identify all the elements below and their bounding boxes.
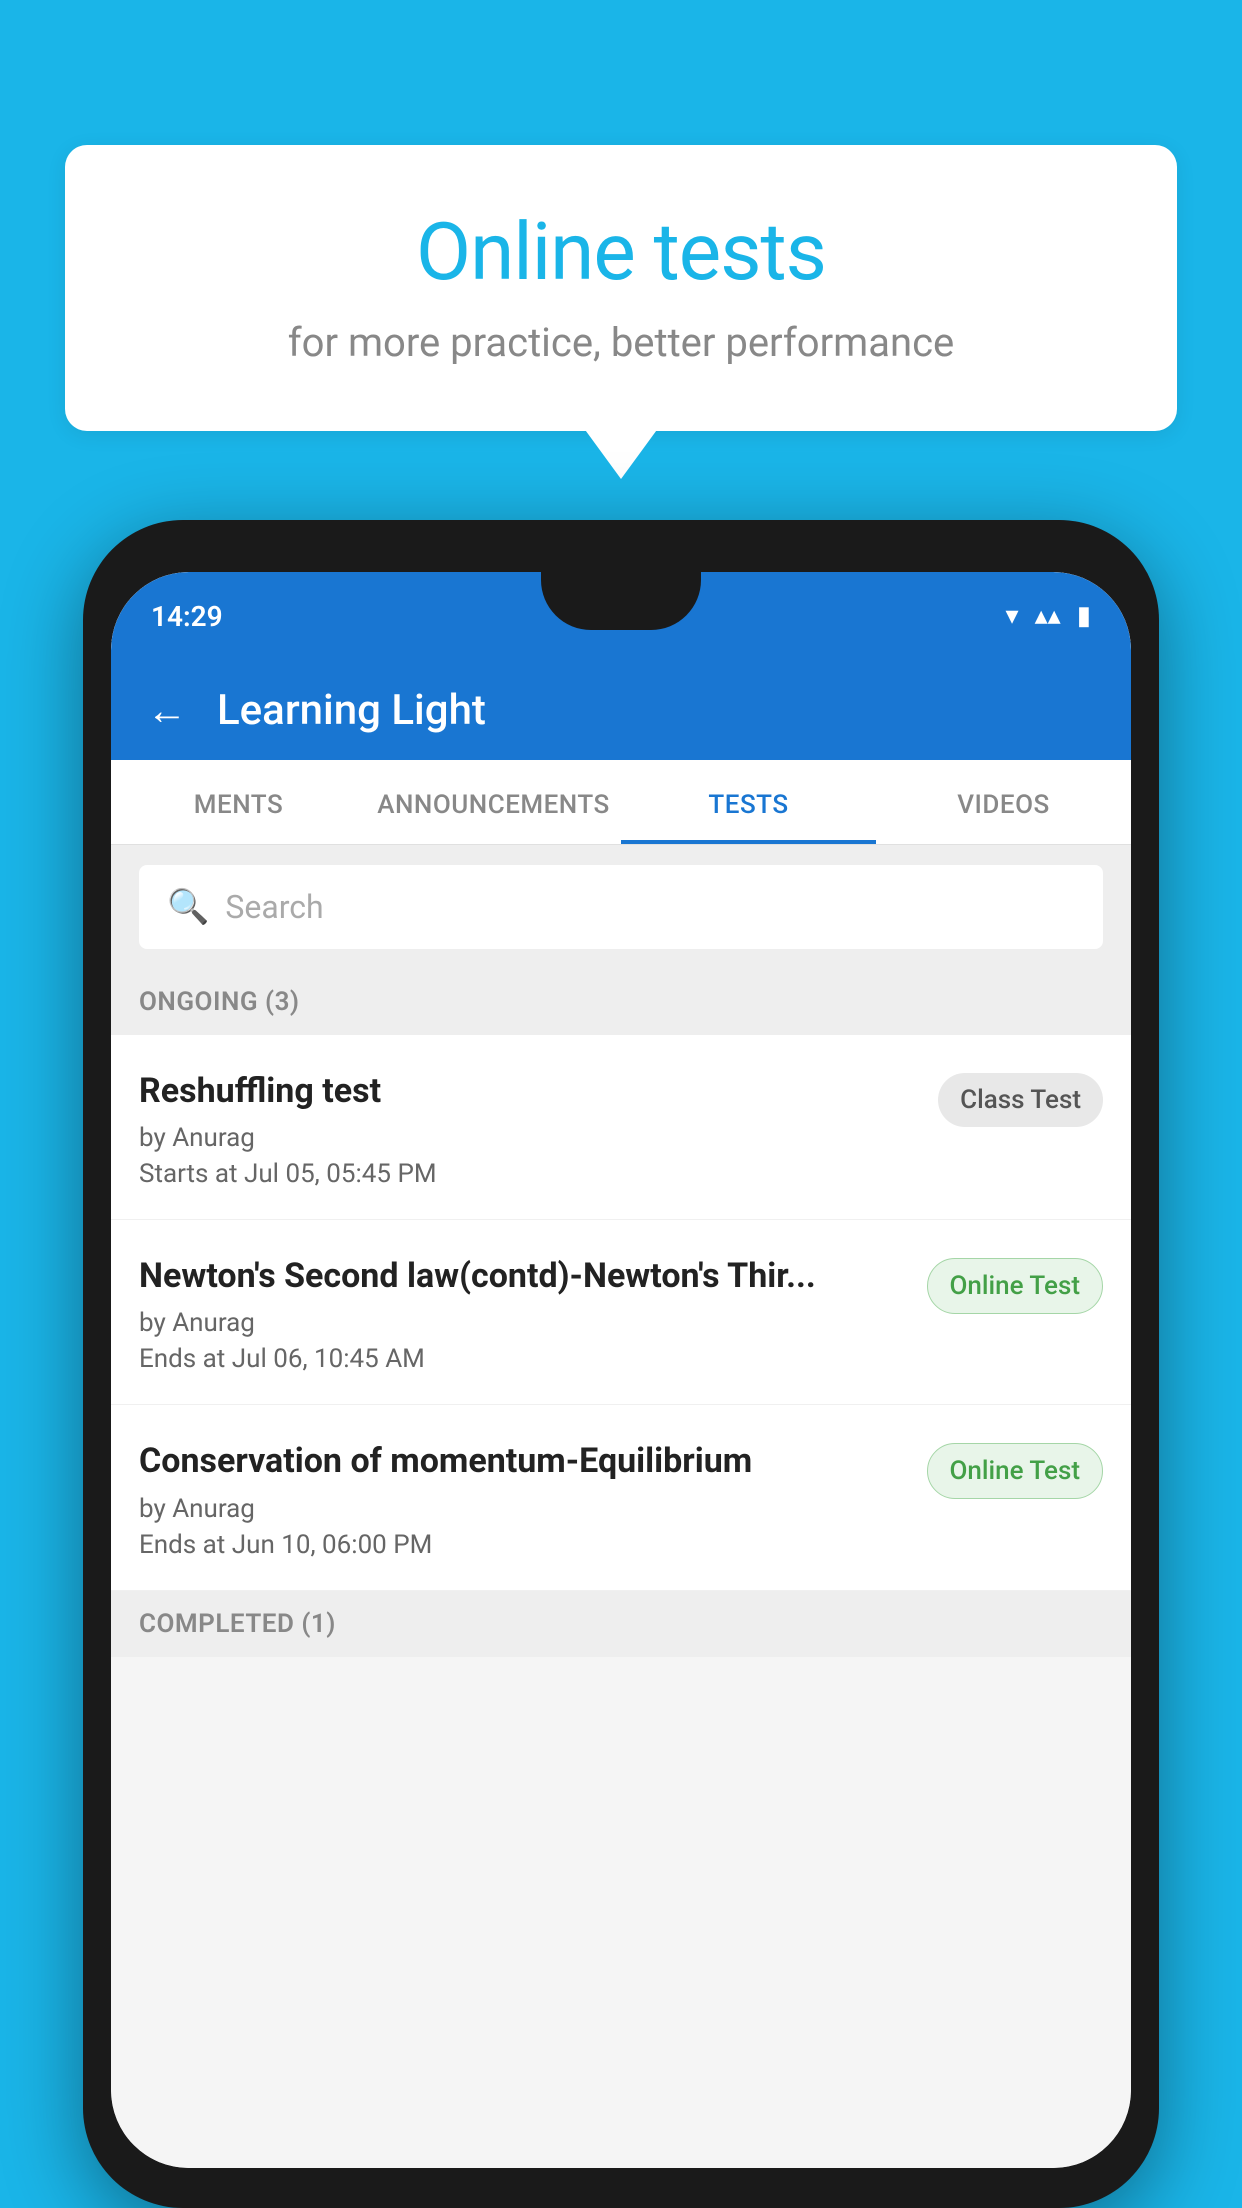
search-input-box[interactable]: 🔍 Search bbox=[139, 865, 1103, 949]
app-header: ← Learning Light bbox=[111, 660, 1131, 760]
tab-assignments[interactable]: MENTS bbox=[111, 760, 366, 844]
tab-announcements[interactable]: ANNOUNCEMENTS bbox=[366, 760, 621, 844]
completed-label: COMPLETED (1) bbox=[139, 1609, 336, 1639]
test-author: by Anurag bbox=[139, 1494, 907, 1524]
test-author: by Anurag bbox=[139, 1308, 907, 1338]
online-test-badge: Online Test bbox=[927, 1258, 1104, 1314]
status-time: 14:29 bbox=[151, 600, 223, 633]
test-info: Conservation of momentum-Equilibrium by … bbox=[139, 1439, 907, 1559]
test-title: Newton's Second law(contd)-Newton's Thir… bbox=[139, 1254, 907, 1298]
test-info: Newton's Second law(contd)-Newton's Thir… bbox=[139, 1254, 907, 1374]
online-test-badge-2: Online Test bbox=[927, 1443, 1104, 1499]
bubble-title: Online tests bbox=[145, 205, 1097, 299]
camera-notch bbox=[541, 572, 701, 630]
tab-videos[interactable]: VIDEOS bbox=[876, 760, 1131, 844]
wifi-icon: ▾ bbox=[1006, 601, 1019, 631]
battery-icon: ▮ bbox=[1077, 601, 1091, 631]
test-list: Reshuffling test by Anurag Starts at Jul… bbox=[111, 1035, 1131, 1591]
status-icons: ▾ ▴▴ ▮ bbox=[1006, 601, 1091, 631]
ongoing-label: ONGOING (3) bbox=[139, 987, 300, 1017]
test-item[interactable]: Newton's Second law(contd)-Newton's Thir… bbox=[111, 1220, 1131, 1405]
back-button[interactable]: ← bbox=[147, 687, 187, 734]
app-title: Learning Light bbox=[217, 686, 486, 735]
test-date: Starts at Jul 05, 05:45 PM bbox=[139, 1159, 918, 1189]
search-container: 🔍 Search bbox=[111, 845, 1131, 969]
test-date: Ends at Jul 06, 10:45 AM bbox=[139, 1344, 907, 1374]
speech-bubble-container: Online tests for more practice, better p… bbox=[65, 145, 1177, 431]
search-placeholder: Search bbox=[225, 888, 323, 926]
test-author: by Anurag bbox=[139, 1123, 918, 1153]
test-item[interactable]: Conservation of momentum-Equilibrium by … bbox=[111, 1405, 1131, 1590]
tab-tests[interactable]: TESTS bbox=[621, 760, 876, 844]
test-title: Reshuffling test bbox=[139, 1069, 918, 1113]
search-icon: 🔍 bbox=[167, 887, 209, 927]
class-test-badge: Class Test bbox=[938, 1073, 1103, 1127]
signal-icon: ▴▴ bbox=[1035, 601, 1061, 631]
test-info: Reshuffling test by Anurag Starts at Jul… bbox=[139, 1069, 918, 1189]
phone-screen: 14:29 ▾ ▴▴ ▮ ← Learning Light MENTS bbox=[111, 572, 1131, 2168]
speech-bubble: Online tests for more practice, better p… bbox=[65, 145, 1177, 431]
test-title: Conservation of momentum-Equilibrium bbox=[139, 1439, 907, 1483]
test-item[interactable]: Reshuffling test by Anurag Starts at Jul… bbox=[111, 1035, 1131, 1220]
test-date: Ends at Jun 10, 06:00 PM bbox=[139, 1530, 907, 1560]
bubble-subtitle: for more practice, better performance bbox=[145, 319, 1097, 366]
completed-section-header: COMPLETED (1) bbox=[111, 1591, 1131, 1657]
phone-frame: 14:29 ▾ ▴▴ ▮ ← Learning Light MENTS bbox=[83, 520, 1159, 2208]
status-bar: 14:29 ▾ ▴▴ ▮ bbox=[111, 572, 1131, 660]
tabs-bar: MENTS ANNOUNCEMENTS TESTS VIDEOS bbox=[111, 760, 1131, 845]
ongoing-section-header: ONGOING (3) bbox=[111, 969, 1131, 1035]
